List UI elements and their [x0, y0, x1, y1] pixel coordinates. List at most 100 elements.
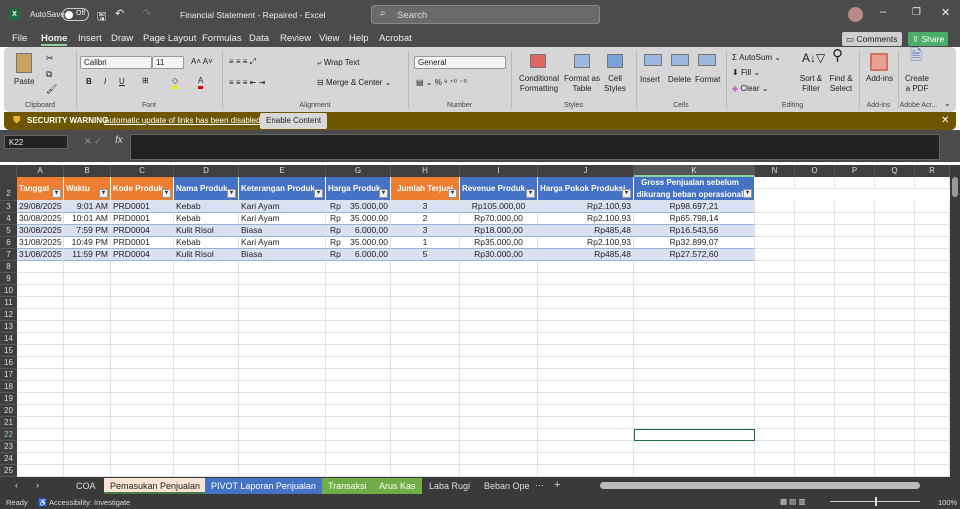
table-cell[interactable]: Kari Ayam: [239, 201, 326, 213]
table-cell[interactable]: 3: [391, 201, 460, 213]
cell[interactable]: [755, 177, 795, 189]
table-header[interactable]: Harga Produk ▾: [326, 177, 391, 201]
cell[interactable]: [174, 369, 239, 381]
security-warning-link[interactable]: Automatic update of links has been disab…: [104, 116, 261, 125]
cell[interactable]: [795, 285, 835, 297]
column-header-P[interactable]: P: [835, 165, 875, 177]
cell[interactable]: [391, 345, 460, 357]
cell[interactable]: [835, 465, 875, 477]
cell[interactable]: [326, 321, 391, 333]
sheet-tab-beban-ope[interactable]: Beban Ope: [478, 478, 536, 494]
conditional-formatting-button[interactable]: Conditional Formatting: [514, 74, 564, 94]
accessibility-status[interactable]: ♿ Accessibility: Investigate: [38, 498, 130, 507]
autosave-toggle[interactable]: Off: [62, 8, 89, 21]
menu-review[interactable]: Review: [280, 33, 311, 44]
cell[interactable]: [538, 393, 634, 405]
row-header-24[interactable]: 24: [0, 453, 17, 465]
zoom-level[interactable]: 100%: [938, 498, 957, 507]
cell[interactable]: [326, 273, 391, 285]
filter-dropdown-icon[interactable]: ▾: [52, 189, 61, 198]
cell[interactable]: [111, 345, 174, 357]
cell[interactable]: [795, 429, 835, 441]
table-cell[interactable]: Kulit Risol: [174, 225, 239, 237]
cell[interactable]: [875, 429, 915, 441]
cell[interactable]: [460, 309, 538, 321]
cell[interactable]: [174, 357, 239, 369]
cell[interactable]: [755, 249, 795, 261]
table-cell[interactable]: 30/08/2025: [17, 225, 64, 237]
table-cell[interactable]: Kulit Risol: [174, 249, 239, 261]
cell[interactable]: [239, 261, 326, 273]
avatar[interactable]: [848, 7, 863, 22]
cell[interactable]: [915, 453, 950, 465]
cell[interactable]: [111, 441, 174, 453]
cell[interactable]: [634, 297, 755, 309]
cell[interactable]: [875, 393, 915, 405]
filter-dropdown-icon[interactable]: ▾: [227, 189, 236, 198]
cell[interactable]: [538, 345, 634, 357]
sheet-tab-pivot-laporan-penjualan[interactable]: PIVOT Laporan Penjualan: [205, 478, 322, 494]
cell[interactable]: [111, 417, 174, 429]
cell[interactable]: [460, 333, 538, 345]
row-header-2[interactable]: 2: [0, 177, 17, 201]
cell[interactable]: [239, 441, 326, 453]
cell[interactable]: [64, 297, 111, 309]
cell[interactable]: [326, 453, 391, 465]
cell[interactable]: [17, 273, 64, 285]
cell[interactable]: [755, 201, 795, 213]
cell[interactable]: [634, 381, 755, 393]
row-header-17[interactable]: 17: [0, 369, 17, 381]
cell[interactable]: [915, 213, 950, 225]
cell[interactable]: [915, 357, 950, 369]
table-cell[interactable]: 5: [391, 249, 460, 261]
sort-filter-button[interactable]: Sort & Filter: [796, 74, 826, 94]
table-header[interactable]: Gross Penjualan sebelum dikurang beban o…: [634, 177, 755, 201]
table-cell[interactable]: 3: [391, 225, 460, 237]
create-pdf-button[interactable]: Create a PDF: [902, 74, 932, 94]
cell[interactable]: [795, 213, 835, 225]
cell[interactable]: [755, 357, 795, 369]
undo-icon[interactable]: ↶: [115, 7, 124, 20]
cell[interactable]: [64, 345, 111, 357]
cell[interactable]: [875, 261, 915, 273]
cell[interactable]: [538, 417, 634, 429]
autosum-button[interactable]: Σ AutoSum ⌄: [732, 53, 781, 63]
cell[interactable]: [875, 369, 915, 381]
table-cell[interactable]: PRD0004: [111, 249, 174, 261]
cell[interactable]: [835, 357, 875, 369]
number-format-select[interactable]: General: [414, 56, 506, 69]
merge-center-button[interactable]: ⊟ Merge & Center ⌄: [317, 78, 391, 88]
cell[interactable]: [326, 465, 391, 477]
menu-view[interactable]: View: [319, 33, 339, 44]
table-cell[interactable]: 31/08/2025: [17, 249, 64, 261]
row-header-18[interactable]: 18: [0, 381, 17, 393]
add-ins-button[interactable]: Add-ins: [866, 74, 893, 84]
cell[interactable]: [64, 333, 111, 345]
table-cell[interactable]: Kebab: [174, 201, 239, 213]
cell[interactable]: [915, 249, 950, 261]
cell[interactable]: [326, 345, 391, 357]
cell[interactable]: [875, 381, 915, 393]
cell[interactable]: [64, 381, 111, 393]
cell[interactable]: [538, 273, 634, 285]
table-cell[interactable]: Rp35.000,00: [326, 237, 391, 249]
cell[interactable]: [174, 273, 239, 285]
share-button[interactable]: ⇪ Share: [908, 32, 949, 46]
cell[interactable]: [915, 393, 950, 405]
table-cell[interactable]: 30/08/2025: [17, 213, 64, 225]
cell[interactable]: [795, 333, 835, 345]
row-header-6[interactable]: 6: [0, 237, 17, 249]
cell[interactable]: [538, 405, 634, 417]
cell[interactable]: [391, 261, 460, 273]
cell[interactable]: [875, 225, 915, 237]
cell[interactable]: [64, 369, 111, 381]
cell[interactable]: [174, 393, 239, 405]
cell[interactable]: [634, 417, 755, 429]
cell[interactable]: [391, 357, 460, 369]
cell[interactable]: [64, 465, 111, 477]
cell[interactable]: [795, 261, 835, 273]
cell[interactable]: [755, 345, 795, 357]
cell[interactable]: [915, 201, 950, 213]
cell[interactable]: [755, 213, 795, 225]
table-cell[interactable]: 10:01 AM: [64, 213, 111, 225]
